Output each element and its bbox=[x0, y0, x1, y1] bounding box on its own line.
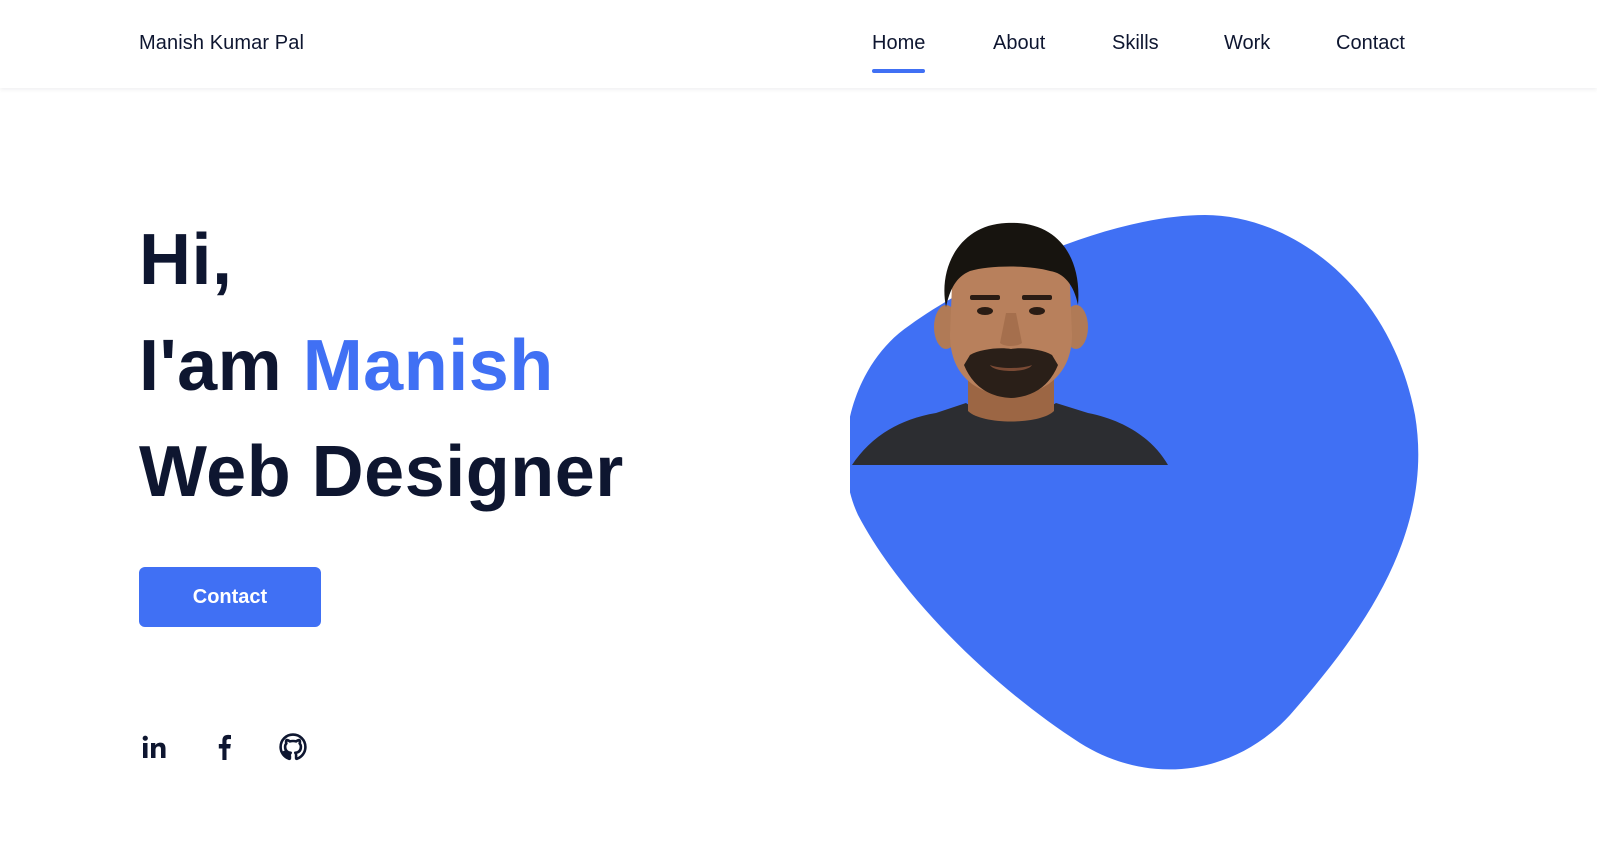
hero-role: Web Designer bbox=[139, 432, 624, 512]
contact-button[interactable]: Contact bbox=[139, 567, 321, 627]
nav-about[interactable]: About bbox=[993, 32, 1045, 55]
hero-name: Manish bbox=[302, 326, 554, 406]
hero-greeting: Hi, bbox=[139, 220, 233, 300]
nav-home[interactable]: Home bbox=[872, 32, 926, 73]
hero-intro: Hi, I'am Manish Web Designer bbox=[139, 207, 624, 525]
hero-intro-prefix: I'am bbox=[139, 326, 303, 406]
linkedin-icon[interactable] bbox=[137, 730, 171, 764]
profile-photo bbox=[852, 222, 1168, 465]
hero-intro-line: I'am Manish bbox=[139, 313, 624, 419]
hero-image-area bbox=[850, 215, 1420, 770]
site-header: Manish Kumar Pal Home About Skills Work … bbox=[0, 0, 1597, 88]
facebook-icon[interactable] bbox=[207, 730, 241, 764]
nav-contact[interactable]: Contact bbox=[1336, 32, 1405, 55]
github-icon[interactable] bbox=[276, 730, 310, 764]
nav-work[interactable]: Work bbox=[1224, 32, 1270, 55]
main-nav: Home About Skills Work Contact bbox=[0, 32, 1597, 82]
nav-skills[interactable]: Skills bbox=[1112, 32, 1159, 55]
